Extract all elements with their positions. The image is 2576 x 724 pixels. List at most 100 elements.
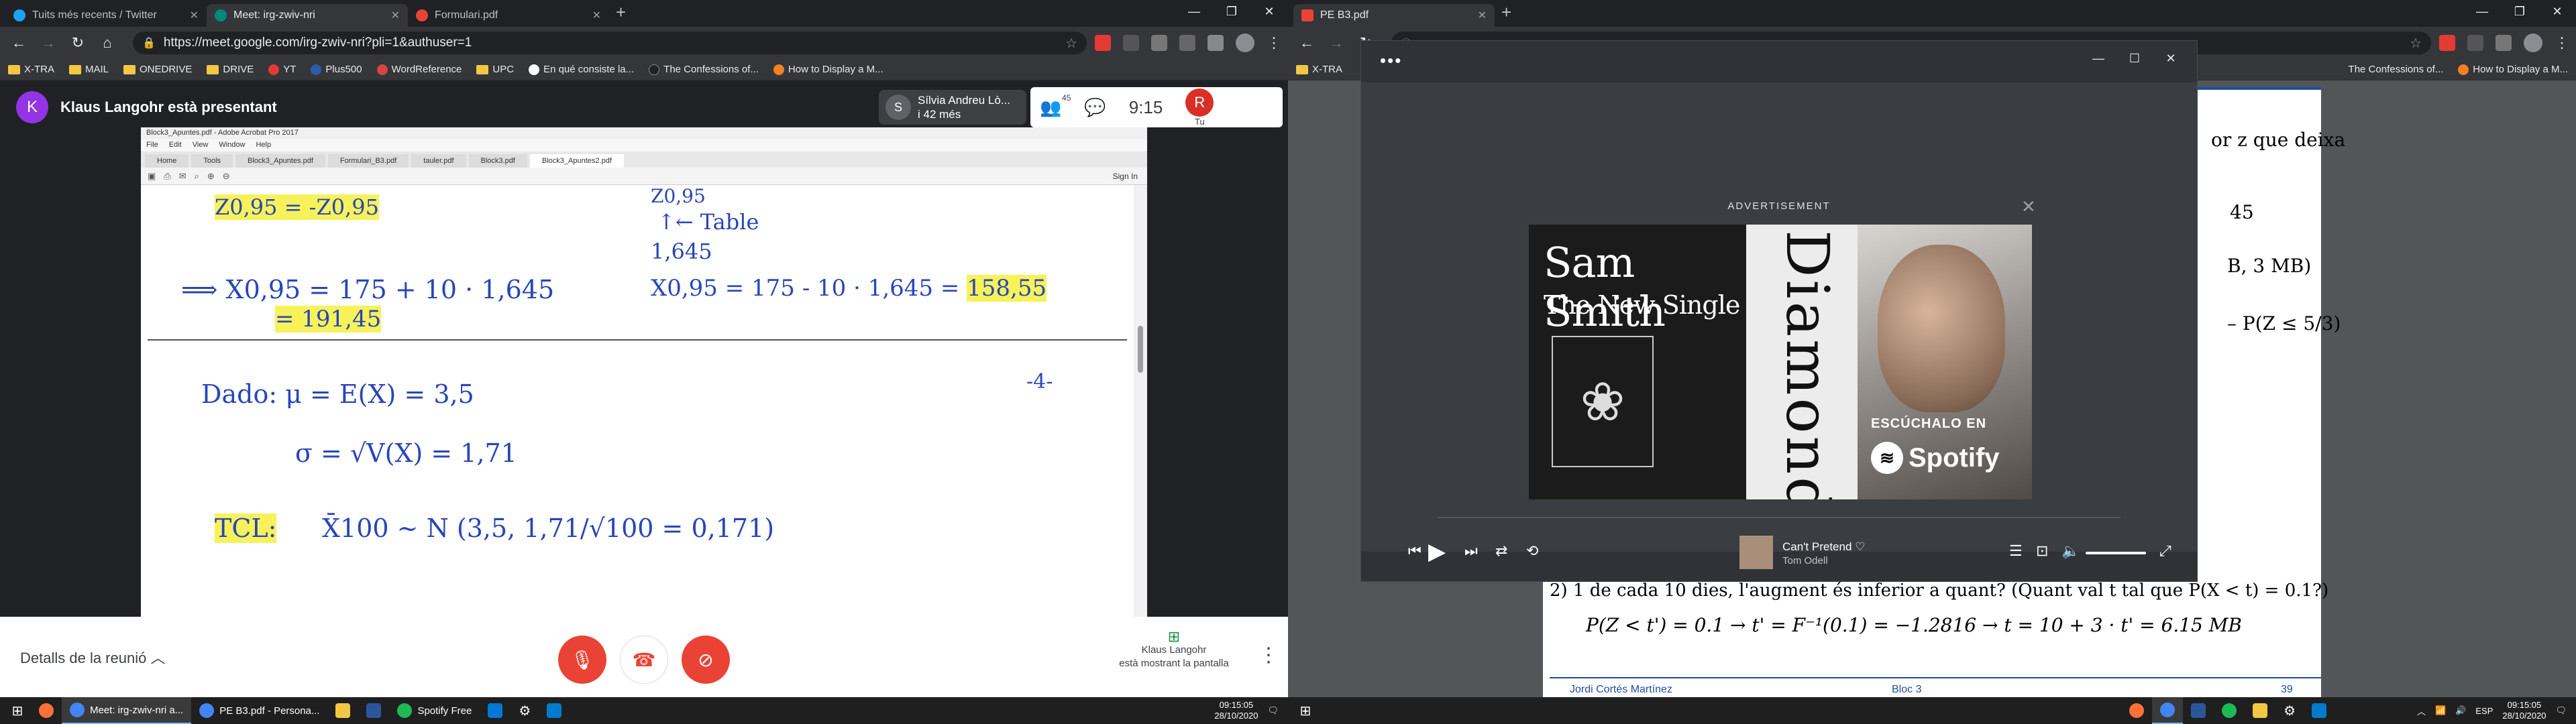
heart-icon[interactable]: ♡: [1855, 540, 1865, 553]
close-window-icon[interactable]: ✕: [1250, 0, 1288, 23]
spotify-menu-icon[interactable]: •••: [1380, 50, 1402, 71]
bookmark-wordreference[interactable]: WordReference: [376, 64, 462, 75]
tab-formulari[interactable]: Formulari.pdf ✕: [408, 4, 609, 27]
volume-slider[interactable]: [2086, 552, 2146, 554]
bookmark-xtra[interactable]: X-TRA: [1296, 64, 1342, 75]
now-playing[interactable]: Can't Pretend ♡ Tom Odell: [1739, 536, 1865, 569]
volume-icon[interactable]: 🔊: [2455, 705, 2466, 716]
windows-start-icon[interactable]: ⊞: [4, 697, 31, 724]
scroll-thumb[interactable]: [1138, 326, 1143, 373]
bookmark-confessions[interactable]: The Confessions of...: [2349, 64, 2444, 75]
taskbar-firefox[interactable]: [31, 697, 62, 724]
address-bar[interactable]: 🔒 https://meet.google.com/irg-zwiv-nri?p…: [133, 32, 1087, 54]
extension-icon[interactable]: [1151, 35, 1167, 51]
maximize-icon[interactable]: ❐: [2501, 0, 2538, 23]
taskbar-spotify[interactable]: Spotify Free: [389, 697, 480, 724]
taskbar-firefox[interactable]: [2121, 697, 2152, 724]
self-tile[interactable]: R Tu: [1185, 88, 1214, 127]
taskbar-vscode[interactable]: [539, 697, 570, 724]
taskbar-explorer[interactable]: [327, 697, 358, 724]
acrobat-scrollbar[interactable]: [1134, 185, 1147, 617]
back-icon[interactable]: ←: [7, 31, 31, 55]
back-icon[interactable]: ←: [1295, 31, 1319, 55]
close-icon[interactable]: ✕: [592, 9, 601, 22]
input-language[interactable]: ESP: [2475, 706, 2493, 716]
forward-icon[interactable]: →: [1324, 31, 1348, 55]
home-icon[interactable]: ⌂: [95, 31, 119, 55]
close-window-icon[interactable]: ✕: [2538, 0, 2576, 23]
camera-off-button[interactable]: ⊘: [682, 636, 730, 684]
clock[interactable]: 09:15:05 28/10/2020: [1214, 700, 1258, 721]
previous-track-icon[interactable]: ⏮: [1408, 542, 1421, 560]
hang-up-button[interactable]: ☎: [620, 636, 668, 684]
close-icon[interactable]: ✕: [190, 9, 199, 22]
new-tab-button[interactable]: +: [1501, 2, 1511, 23]
ad-banner[interactable]: Sam Smith The New Single ❀ Diamonds ESCÚ…: [1529, 225, 2032, 499]
bookmark-star-icon[interactable]: ☆: [1065, 35, 1077, 52]
volume-icon[interactable]: 🔈: [2061, 542, 2080, 560]
new-tab-button[interactable]: +: [616, 2, 626, 23]
extension-icon[interactable]: [1208, 35, 1224, 51]
taskbar-vscode[interactable]: [2304, 697, 2334, 724]
close-icon[interactable]: ✕: [1478, 9, 1487, 22]
ad-close-icon[interactable]: ✕: [2021, 196, 2036, 217]
more-options-icon[interactable]: ⋮: [1258, 644, 1279, 667]
minimize-icon[interactable]: —: [2463, 0, 2501, 23]
taskbar-word[interactable]: [2183, 697, 2214, 724]
tab-meet[interactable]: Meet: irg-zwiv-nri ✕: [207, 4, 408, 27]
windows-start-icon[interactable]: ⊞: [1292, 697, 1319, 724]
devices-icon[interactable]: ⊡: [2036, 542, 2048, 560]
bookmark-yt[interactable]: YT: [268, 64, 296, 75]
tab-pe-b3[interactable]: PE B3.pdf ✕: [1293, 4, 1495, 27]
participant-tile[interactable]: S Sílvia Andreu Lò... i 42 més: [879, 90, 1026, 125]
taskbar-chrome[interactable]: [2152, 697, 2184, 724]
close-window-icon[interactable]: ✕: [2153, 46, 2189, 70]
meeting-details-button[interactable]: Detalls de la reunió ︿: [20, 646, 165, 668]
maximize-icon[interactable]: ❐: [1213, 0, 1250, 23]
notifications-icon[interactable]: 🗨: [2555, 705, 2567, 716]
clock[interactable]: 09:15:05 28/10/2020: [2502, 700, 2546, 721]
queue-icon[interactable]: ☰: [2009, 542, 2023, 560]
bookmark-howto[interactable]: How to Display a M...: [773, 64, 883, 75]
reload-icon[interactable]: ↻: [66, 31, 90, 55]
forward-icon[interactable]: →: [36, 31, 60, 55]
bookmark-plus500[interactable]: Plus500: [311, 64, 362, 75]
bookmark-howto[interactable]: How to Display a M...: [2458, 64, 2568, 75]
play-button[interactable]: ▶: [1428, 538, 1446, 565]
bookmark-google[interactable]: En qué consiste la...: [529, 64, 634, 75]
network-icon[interactable]: 📶: [2435, 705, 2446, 716]
extension-icon[interactable]: [1123, 35, 1139, 51]
people-icon[interactable]: 👥 45: [1040, 93, 1071, 118]
extension-icon[interactable]: [2467, 35, 2483, 51]
profile-avatar[interactable]: [1236, 34, 1254, 52]
tab-twitter[interactable]: Tuits més recents / Twitter ✕: [5, 4, 207, 27]
bookmark-drive[interactable]: DRIVE: [207, 64, 254, 75]
taskbar-settings[interactable]: ⚙: [2275, 697, 2304, 724]
extension-icon[interactable]: [1095, 35, 1111, 51]
bookmark-onedrive[interactable]: ONEDRIVE: [123, 64, 192, 75]
close-icon[interactable]: ✕: [391, 9, 400, 22]
taskbar-spotify[interactable]: [2214, 697, 2245, 724]
taskbar-calculator[interactable]: [480, 697, 511, 724]
minimize-icon[interactable]: —: [2080, 46, 2116, 70]
taskbar-pe-b3[interactable]: PE B3.pdf - Persona...: [191, 697, 327, 724]
menu-kebab-icon[interactable]: ⋮: [2555, 34, 2569, 52]
taskbar-meet[interactable]: Meet: irg-zwiv-nri a...: [62, 697, 192, 724]
bookmark-upc[interactable]: UPC: [476, 64, 514, 75]
minimize-icon[interactable]: —: [1175, 0, 1213, 23]
menu-kebab-icon[interactable]: ⋮: [1267, 34, 1281, 52]
presenting-indicator[interactable]: ⊞ Klaus Langohr està mostrant la pantall…: [1100, 629, 1248, 670]
next-track-icon[interactable]: ⏭: [1464, 542, 1478, 560]
bookmark-confessions[interactable]: The Confessions of...: [649, 64, 759, 75]
fullscreen-icon[interactable]: ⤢: [2159, 542, 2171, 560]
taskbar-settings[interactable]: ⚙: [511, 697, 539, 724]
progress-bar[interactable]: [1438, 517, 2121, 518]
mic-off-button[interactable]: 🎙: [558, 636, 606, 684]
extension-icon[interactable]: [2439, 35, 2455, 51]
bookmark-mail[interactable]: MAIL: [69, 64, 109, 75]
taskbar-explorer[interactable]: [2245, 697, 2275, 724]
chevron-up-icon[interactable]: ︿: [2417, 705, 2426, 717]
profile-avatar[interactable]: [2524, 34, 2542, 52]
maximize-icon[interactable]: ☐: [2116, 46, 2153, 70]
notifications-icon[interactable]: 🗨: [1267, 705, 1279, 716]
